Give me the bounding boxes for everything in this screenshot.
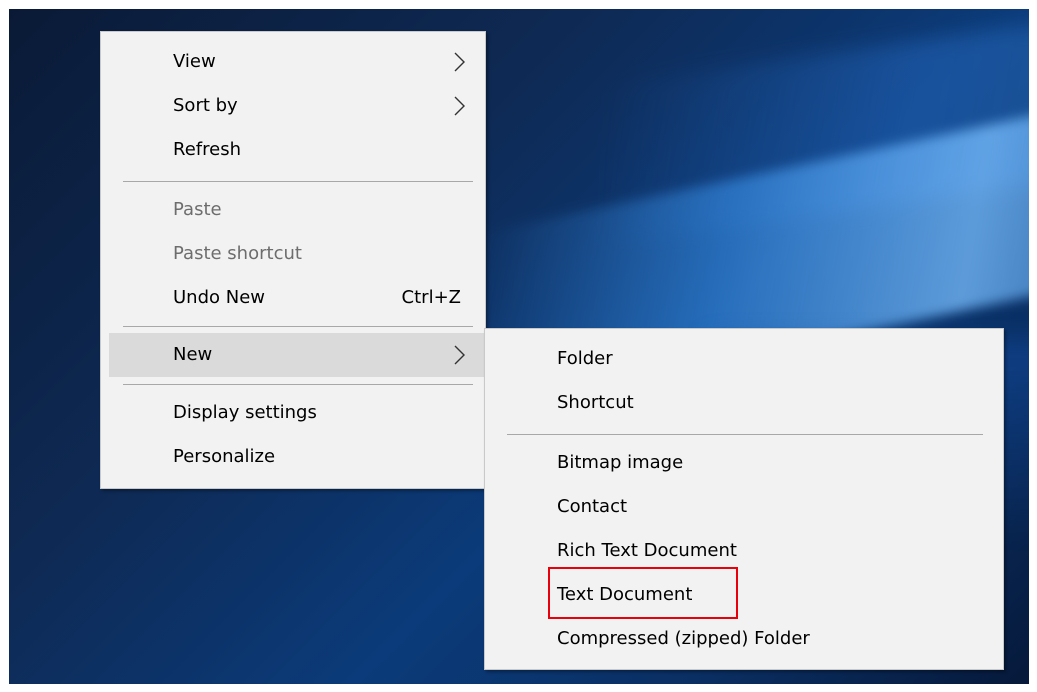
menu-item-label: Shortcut — [557, 392, 634, 413]
submenu-item-folder[interactable]: Folder — [493, 337, 995, 381]
menu-item-label: Contact — [557, 496, 628, 517]
menu-item-label: Paste — [173, 199, 222, 220]
chevron-right-icon — [454, 96, 465, 116]
menu-separator — [123, 181, 473, 182]
menu-item-label: Folder — [557, 348, 613, 369]
desktop-context-menu: View Sort by Refresh Paste Paste shortcu… — [100, 31, 486, 489]
keyboard-shortcut-label: Ctrl+Z — [401, 287, 461, 308]
menu-item-label: Compressed (zipped) Folder — [557, 628, 810, 649]
chevron-right-icon — [454, 52, 465, 72]
menu-item-sort-by[interactable]: Sort by — [109, 84, 477, 128]
menu-item-label: New — [173, 344, 213, 365]
menu-item-new[interactable]: New — [109, 333, 485, 377]
menu-item-label: Paste shortcut — [173, 243, 302, 264]
menu-separator — [123, 384, 473, 385]
menu-item-undo-new[interactable]: Undo New Ctrl+Z — [109, 276, 477, 320]
submenu-item-shortcut[interactable]: Shortcut — [493, 381, 995, 425]
menu-item-display-settings[interactable]: Display settings — [109, 391, 477, 435]
annotation-highlight-box — [548, 567, 738, 619]
submenu-item-compressed-zipped-folder[interactable]: Compressed (zipped) Folder — [493, 617, 995, 661]
menu-item-label: Display settings — [173, 402, 317, 423]
menu-item-label: Sort by — [173, 95, 238, 116]
menu-item-label: View — [173, 51, 216, 72]
submenu-item-bitmap-image[interactable]: Bitmap image — [493, 441, 995, 485]
menu-item-refresh[interactable]: Refresh — [109, 128, 477, 172]
chevron-right-icon — [454, 345, 465, 365]
menu-item-label: Bitmap image — [557, 452, 684, 473]
menu-item-paste: Paste — [109, 188, 477, 232]
menu-item-view[interactable]: View — [109, 40, 477, 84]
menu-item-label: Personalize — [173, 446, 276, 467]
menu-item-paste-shortcut: Paste shortcut — [109, 232, 477, 276]
menu-separator — [507, 434, 983, 435]
menu-item-personalize[interactable]: Personalize — [109, 435, 477, 479]
submenu-item-contact[interactable]: Contact — [493, 485, 995, 529]
menu-separator — [123, 326, 473, 327]
menu-item-label: Refresh — [173, 139, 241, 160]
screenshot-frame: View Sort by Refresh Paste Paste shortcu… — [0, 0, 1037, 692]
menu-item-label: Undo New — [173, 287, 266, 308]
